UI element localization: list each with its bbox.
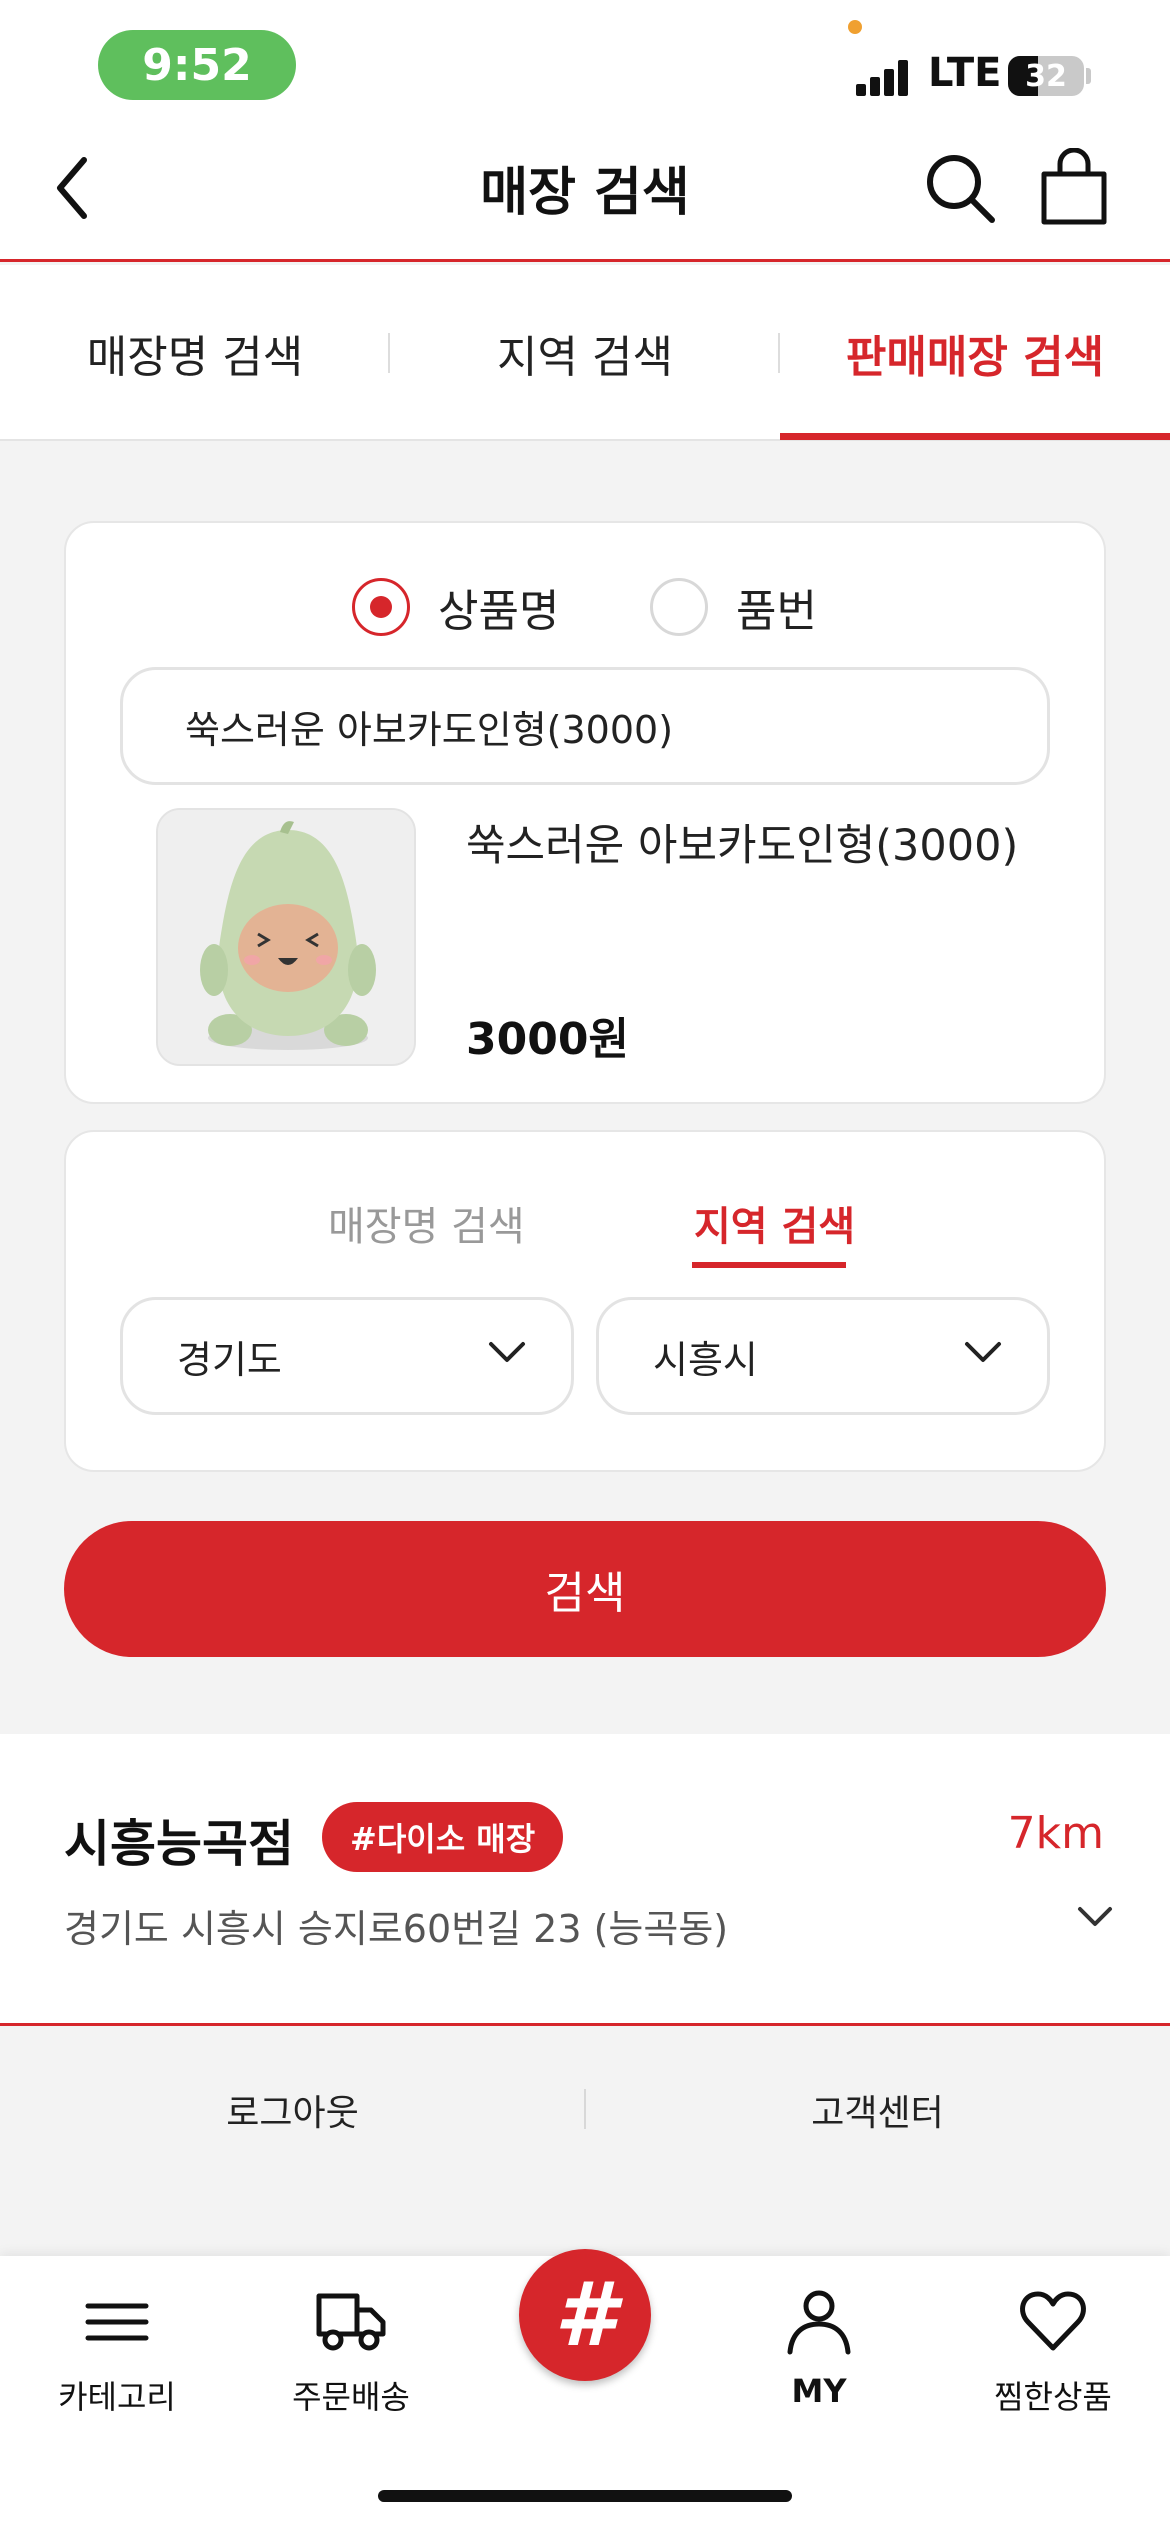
store-distance: 7km bbox=[1007, 1808, 1104, 1859]
footer-links: 로그아웃 고객센터 bbox=[0, 2029, 1170, 2191]
chevron-down-icon[interactable] bbox=[1076, 1904, 1114, 1930]
heart-icon bbox=[1020, 2291, 1086, 2351]
app-header: 매장 검색 bbox=[0, 130, 1170, 262]
status-bar: 9:52 LTE 32 bbox=[0, 0, 1170, 130]
store-address: 경기도 시흥시 승지로60번길 23 (능곡동) bbox=[64, 1907, 729, 1951]
product-image[interactable] bbox=[156, 808, 416, 1066]
product-search-input[interactable]: 쑥스러운 아보카도인형(3000) bbox=[120, 667, 1050, 785]
tab-region[interactable]: 지역 검색 bbox=[390, 265, 780, 441]
search-button[interactable] bbox=[920, 148, 1000, 228]
nav-my-label: MY bbox=[791, 2372, 847, 2410]
search-submit-button[interactable]: 검색 bbox=[64, 1521, 1106, 1657]
privacy-indicator-dot bbox=[848, 20, 862, 34]
nav-wishlist[interactable]: 찜한상품 bbox=[936, 2286, 1170, 2416]
home-indicator[interactable] bbox=[378, 2490, 792, 2502]
sub-tab-indicator bbox=[692, 1262, 846, 1268]
nav-order-delivery[interactable]: 주문배송 bbox=[234, 2286, 468, 2416]
menu-icon bbox=[85, 2303, 149, 2341]
status-time: 9:52 bbox=[98, 30, 296, 100]
sub-tab-store-name[interactable]: 매장명 검색 bbox=[328, 1194, 525, 1252]
store-result-item[interactable]: 시흥능곡점 #다이소 매장 7km 경기도 시흥시 승지로60번길 23 (능곡… bbox=[0, 1734, 1170, 2026]
battery-cap bbox=[1086, 68, 1091, 84]
active-tab-indicator bbox=[780, 433, 1170, 440]
nav-my[interactable]: MY bbox=[702, 2286, 936, 2416]
tab-store-name[interactable]: 매장명 검색 bbox=[0, 265, 390, 441]
shopping-bag-icon bbox=[1041, 147, 1107, 225]
store-name: 시흥능곡점 bbox=[64, 1815, 294, 1873]
search-icon bbox=[927, 155, 995, 223]
battery-level: 32 bbox=[1025, 58, 1067, 94]
product-price: 3000원 bbox=[466, 1014, 629, 1065]
person-icon bbox=[787, 2290, 851, 2355]
search-tabs: 매장명 검색 지역 검색 판매매장 검색 bbox=[0, 265, 1170, 441]
network-type: LTE bbox=[928, 50, 1002, 96]
radio-product-number-label[interactable]: 품번 bbox=[736, 575, 817, 639]
province-value: 경기도 bbox=[177, 1337, 282, 1382]
city-value: 시흥시 bbox=[653, 1337, 758, 1382]
product-search-card: 상품명 품번 쑥스러운 아보카도인형(3000) 쑥스러운 아보카도인형(300… bbox=[64, 521, 1106, 1104]
truck-icon bbox=[316, 2293, 386, 2351]
nav-category[interactable]: 카테고리 bbox=[0, 2286, 234, 2416]
radio-product-number[interactable] bbox=[650, 578, 708, 636]
shopping-bag-button[interactable] bbox=[1036, 147, 1112, 228]
battery-icon: 32 bbox=[1008, 56, 1084, 96]
city-select[interactable]: 시흥시 bbox=[596, 1297, 1050, 1415]
hashtag-icon: # bbox=[554, 2263, 616, 2366]
nav-wishlist-label: 찜한상품 bbox=[994, 2378, 1112, 2416]
radio-product-name-label[interactable]: 상품명 bbox=[438, 575, 559, 639]
sub-tab-region[interactable]: 지역 검색 bbox=[694, 1194, 855, 1252]
store-badge: #다이소 매장 bbox=[322, 1802, 564, 1872]
chevron-down-icon bbox=[489, 1342, 525, 1362]
nav-category-label: 카테고리 bbox=[58, 2378, 176, 2416]
radio-product-name[interactable] bbox=[352, 578, 410, 636]
tab-selling-store[interactable]: 판매매장 검색 bbox=[780, 265, 1170, 441]
signal-icon bbox=[856, 58, 916, 96]
avocado-plush-image bbox=[158, 810, 414, 1064]
customer-center-link[interactable]: 고객센터 bbox=[585, 2029, 1170, 2191]
province-select[interactable]: 경기도 bbox=[120, 1297, 574, 1415]
logout-link[interactable]: 로그아웃 bbox=[0, 2029, 585, 2191]
nav-hashtag-button[interactable]: # bbox=[519, 2249, 651, 2381]
store-filter-card: 매장명 검색 지역 검색 경기도 시흥시 bbox=[64, 1130, 1106, 1472]
nav-order-delivery-label: 주문배송 bbox=[292, 2378, 410, 2416]
chevron-down-icon bbox=[965, 1342, 1001, 1362]
product-name[interactable]: 쑥스러운 아보카도인형(3000) bbox=[466, 813, 1026, 879]
